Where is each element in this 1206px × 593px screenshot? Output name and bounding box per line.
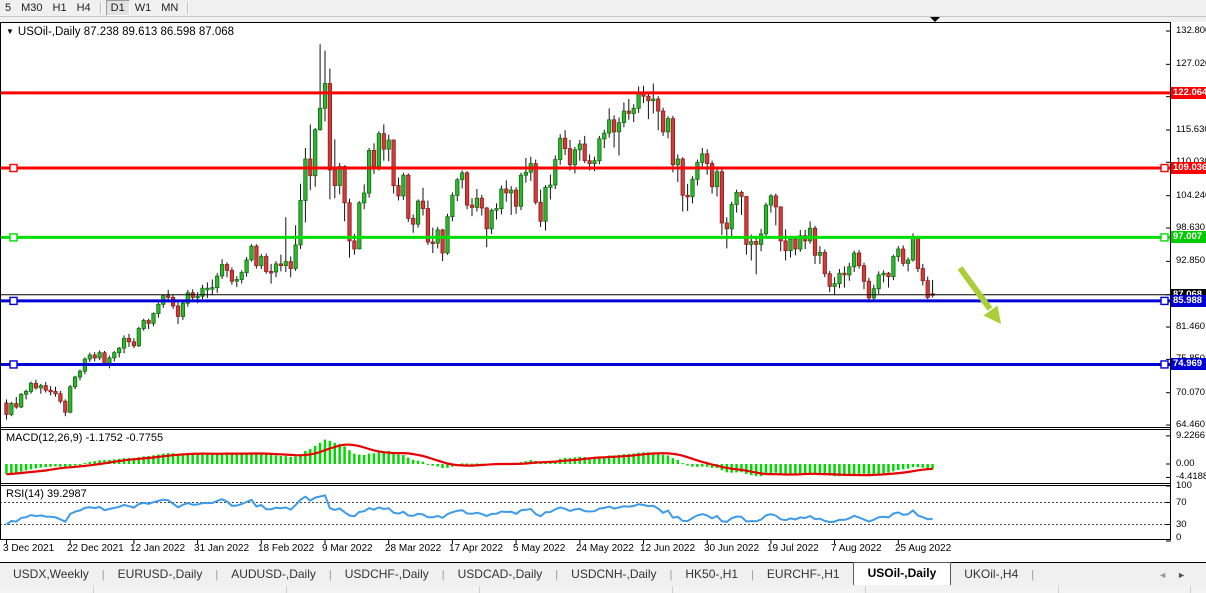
date-label: 3 Dec 2021 [3, 543, 54, 554]
status-divider [93, 586, 94, 593]
tab-scroll-left-icon[interactable]: ◄ [1158, 570, 1177, 580]
timeframe-button-5[interactable]: 5 [0, 1, 16, 15]
date-label: 17 Apr 2022 [449, 543, 503, 554]
chart-canvas[interactable] [0, 0, 1206, 593]
chart-tab-usdcad-daily[interactable]: USDCAD-,Daily [445, 564, 556, 585]
chart-tab-hk50-h1[interactable]: HK50-,H1 [672, 564, 751, 585]
ohlc-values: 87.238 89.613 86.598 87.068 [84, 26, 234, 38]
rsi-axis-label: 70 [1176, 497, 1187, 508]
price-axis-label: 115.630 [1176, 124, 1206, 135]
rsi-axis-label: 30 [1176, 519, 1187, 530]
status-divider [865, 586, 866, 593]
timeframe-button-H4[interactable]: H4 [72, 1, 96, 15]
tab-scroll-right-icon[interactable]: ► [1177, 570, 1196, 580]
timeframe-toolbar: 5M30H1H4 D1W1MN [0, 0, 1206, 17]
symbol-period-label: USOil-,Daily [18, 26, 81, 38]
tab-separator: | [1031, 569, 1034, 585]
rsi-name: RSI(14) [6, 488, 44, 500]
date-label: 19 Jul 2022 [767, 543, 819, 554]
date-label: 18 Feb 2022 [258, 543, 314, 554]
price-axis-label: 104.240 [1176, 190, 1206, 201]
price-badge-122.064: 122.064 [1171, 87, 1206, 99]
status-divider [286, 586, 287, 593]
price-badge-97.007: 97.007 [1171, 231, 1206, 243]
chart-tab-eurusd-daily[interactable]: EURUSD-,Daily [105, 564, 216, 585]
price-axis-label: 127.020 [1176, 58, 1206, 69]
macd-axis-label: 9.2266 [1176, 430, 1205, 441]
price-axis-label: 92.850 [1176, 255, 1205, 266]
date-label: 12 Jun 2022 [640, 543, 695, 554]
chart-tab-usdchf-daily[interactable]: USDCHF-,Daily [332, 564, 442, 585]
date-label: 25 Aug 2022 [895, 543, 951, 554]
macd-indicator-label: MACD(12,26,9) -1.1752 -0.7755 [6, 432, 163, 444]
price-axis-label: 64.460 [1176, 419, 1205, 430]
timeframe-button-M30[interactable]: M30 [16, 1, 47, 15]
time-axis: 3 Dec 2021 22 Dec 2021 12 Jan 2022 31 Jan 2… [0, 543, 1206, 559]
toolbar-separator [187, 2, 189, 14]
chart-tab-usdx-weekly[interactable]: USDX,Weekly [0, 564, 102, 585]
timeframe-button-H1[interactable]: H1 [48, 1, 72, 15]
macd-current-values: -1.1752 -0.7755 [85, 432, 163, 444]
date-label: 12 Jan 2022 [130, 543, 185, 554]
date-label: 22 Dec 2021 [67, 543, 124, 554]
date-label: 5 May 2022 [513, 543, 565, 554]
mt4-window: 5M30H1H4 D1W1MN ▼ USOil-,Daily 87.238 89.6… [0, 0, 1206, 593]
chevron-down-icon[interactable]: ▼ [6, 27, 14, 36]
date-label: 24 May 2022 [576, 543, 634, 554]
rsi-current-value: 39.2987 [47, 488, 87, 500]
status-divider [479, 586, 480, 593]
price-axis-label: 81.460 [1176, 321, 1205, 332]
price-badge-85.988: 85.988 [1171, 295, 1206, 307]
rsi-axis-label: 0 [1176, 532, 1181, 543]
chart-tab-audusd-daily[interactable]: AUDUSD-,Daily [218, 564, 329, 585]
status-strip [0, 586, 1206, 593]
status-divider [1190, 586, 1191, 593]
timeframe-button-MN[interactable]: MN [156, 1, 183, 15]
price-axis: 132.800127.020121.410115.630110.030104.2… [1171, 0, 1206, 562]
status-divider [1058, 586, 1059, 593]
price-axis-label: 70.070 [1176, 387, 1205, 398]
date-label: 7 Aug 2022 [831, 543, 882, 554]
date-label: 31 Jan 2022 [194, 543, 249, 554]
price-badge-109.036: 109.036 [1171, 162, 1206, 174]
status-divider [672, 586, 673, 593]
timeframe-button-W1[interactable]: W1 [130, 1, 157, 15]
macd-axis-label: 0.00 [1176, 458, 1195, 469]
date-label: 9 Mar 2022 [322, 543, 373, 554]
date-label: 28 Mar 2022 [385, 543, 441, 554]
price-badge-74.969: 74.969 [1171, 358, 1206, 370]
tab-scroll-arrows: ◄► [1158, 570, 1196, 580]
chart-title: ▼ USOil-,Daily 87.238 89.613 86.598 87.06… [6, 26, 234, 38]
rsi-axis-label: 100 [1176, 480, 1192, 491]
macd-name: MACD(12,26,9) [6, 432, 82, 444]
chart-tab-ukoil-h4[interactable]: UKOil-,H4 [951, 564, 1031, 585]
price-axis-label: 132.800 [1176, 25, 1206, 36]
chart-tab-usdcnh-daily[interactable]: USDCNH-,Daily [558, 564, 669, 585]
chart-tab-usoil-daily[interactable]: USOil-,Daily [853, 562, 952, 585]
rsi-indicator-label: RSI(14) 39.2987 [6, 488, 87, 500]
timeframe-button-D1[interactable]: D1 [106, 0, 130, 16]
toolbar-separator [100, 2, 102, 14]
chart-tab-eurchf-h1[interactable]: EURCHF-,H1 [754, 564, 853, 585]
date-label: 30 Jun 2022 [704, 543, 759, 554]
chart-tab-bar: USDX,Weekly|EURUSD-,Daily|AUDUSD-,Daily|… [0, 563, 1206, 585]
